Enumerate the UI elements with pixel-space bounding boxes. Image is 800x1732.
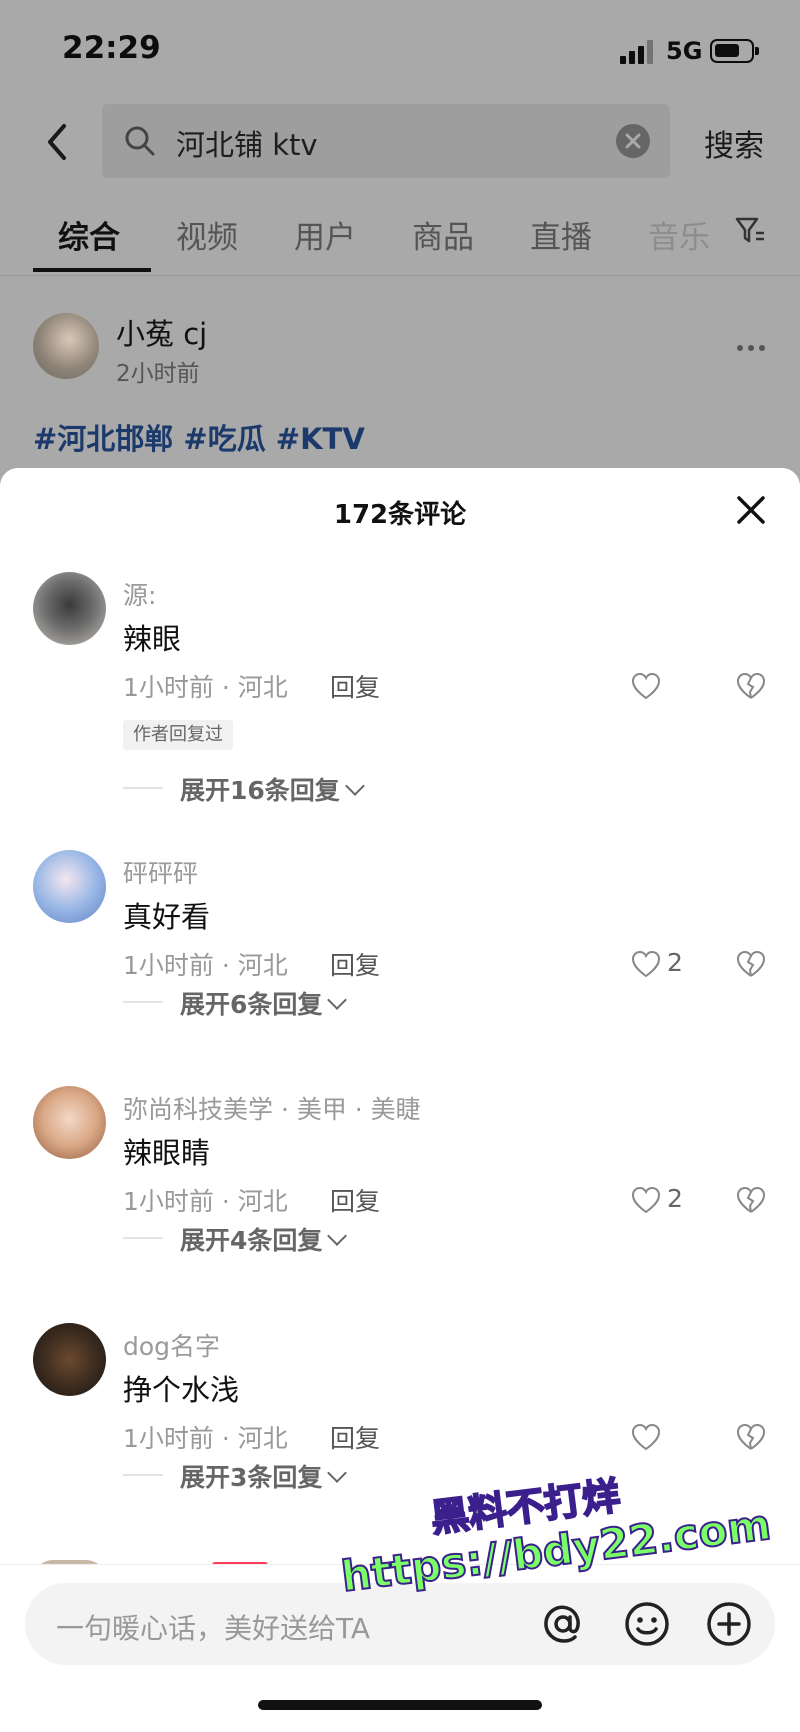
post-avatar[interactable] <box>33 313 99 379</box>
comment-meta: 1小时前 · 河北 <box>123 1187 288 1216</box>
broken-heart-icon[interactable] <box>736 950 766 978</box>
comment-text: 辣眼睛 <box>123 1136 211 1170</box>
commenter-name[interactable]: dog名字 <box>123 1327 220 1363</box>
broken-heart-icon[interactable] <box>736 1423 766 1451</box>
tab-users[interactable]: 用户 <box>294 212 356 257</box>
commenter-avatar[interactable] <box>33 1086 106 1159</box>
commenter-name[interactable]: 砰砰砰 <box>123 854 198 890</box>
search-tabs: 综合 视频 用户 商品 直播 音乐 <box>0 200 800 276</box>
chevron-down-icon <box>327 990 348 1010</box>
expand-replies-label: 展开6条回复 <box>180 990 323 1019</box>
divider <box>123 1237 163 1239</box>
divider <box>123 1001 163 1003</box>
comment-text: 辣眼 <box>123 622 182 656</box>
reply-button[interactable]: 回复 <box>330 668 380 704</box>
like-count: 2 <box>667 1184 683 1213</box>
heart-icon <box>631 1186 661 1214</box>
comment-meta: 1小时前 · 河北 <box>123 951 288 980</box>
commenter-avatar[interactable] <box>33 572 106 645</box>
chevron-down-icon <box>327 1226 348 1246</box>
more-options-icon[interactable] <box>737 345 765 351</box>
back-arrow-icon[interactable] <box>40 118 80 166</box>
active-tab-indicator <box>33 268 151 272</box>
author-replied-badge: 作者回复过 <box>123 720 233 750</box>
commenter-name[interactable]: 源: <box>123 576 156 612</box>
tab-video[interactable]: 视频 <box>176 212 238 257</box>
chevron-down-icon <box>344 776 365 796</box>
tab-products[interactable]: 商品 <box>412 212 474 257</box>
search-input[interactable]: 河北铺 ktv <box>102 104 670 178</box>
watermark: 黑料不打烊 https://bdy22.com <box>330 1473 800 1626</box>
post-hashtags[interactable]: #河北邯郸 #吃瓜 #KTV <box>33 416 365 458</box>
search-button[interactable]: 搜索 <box>704 121 764 165</box>
status-bar: 22:29 5G <box>0 0 800 100</box>
post-time: 2小时前 <box>116 361 200 387</box>
filter-icon[interactable] <box>734 214 766 246</box>
comment-text: 真好看 <box>123 900 211 934</box>
commenter-avatar[interactable] <box>33 1323 106 1396</box>
like-count: 2 <box>667 948 683 977</box>
search-query: 河北铺 ktv <box>176 128 318 162</box>
expand-replies-label: 展开16条回复 <box>180 776 340 805</box>
network-label: 5G <box>666 37 703 65</box>
comment-meta: 1小时前 · 河北 <box>123 1424 288 1453</box>
tab-music[interactable]: 音乐 <box>648 212 710 257</box>
expand-replies-button[interactable]: 展开3条回复 <box>180 1458 348 1494</box>
heart-icon <box>631 672 661 700</box>
broken-heart-icon[interactable] <box>736 1186 766 1214</box>
home-indicator[interactable] <box>258 1700 542 1710</box>
reply-button[interactable]: 回复 <box>330 946 380 982</box>
tab-all[interactable]: 综合 <box>58 212 120 257</box>
tab-live[interactable]: 直播 <box>530 212 592 257</box>
expand-replies-label: 展开4条回复 <box>180 1226 323 1255</box>
comment-item: 源: 辣眼 1小时前 · 河北 回复 作者回复过 展开16条回复 <box>0 572 800 805</box>
reply-button[interactable]: 回复 <box>330 1182 380 1218</box>
signal-icon <box>620 40 656 64</box>
heart-icon <box>631 1423 661 1451</box>
comment-item: 弥尚科技美学 · 美甲 · 美睫 辣眼睛 1小时前 · 河北 回复 2 展开4条… <box>0 1086 800 1316</box>
status-time: 22:29 <box>62 30 161 66</box>
commenter-avatar[interactable] <box>33 850 106 923</box>
comment-meta: 1小时前 · 河北 <box>123 673 288 702</box>
comment-text: 挣个水浅 <box>123 1373 240 1407</box>
expand-replies-button[interactable]: 展开16条回复 <box>180 771 365 807</box>
comment-item: 砰砰砰 真好看 1小时前 · 河北 回复 2 展开6条回复 <box>0 850 800 1080</box>
expand-replies-label: 展开3条回复 <box>180 1463 323 1492</box>
divider <box>123 787 163 789</box>
divider <box>123 1474 163 1476</box>
comment-input-placeholder: 一句暖心话，美好送给TA <box>56 1612 371 1645</box>
commenter-name[interactable]: 弥尚科技美学 · 美甲 · 美睫 <box>123 1090 421 1126</box>
comments-title: 172条评论 <box>333 500 467 530</box>
battery-icon <box>710 39 759 63</box>
clear-icon[interactable] <box>616 124 650 158</box>
expand-replies-button[interactable]: 展开4条回复 <box>180 1221 348 1257</box>
expand-replies-button[interactable]: 展开6条回复 <box>180 985 348 1021</box>
heart-icon <box>631 950 661 978</box>
broken-heart-icon[interactable] <box>736 672 766 700</box>
reply-button[interactable]: 回复 <box>330 1419 380 1455</box>
close-icon[interactable] <box>733 492 769 528</box>
search-icon <box>125 126 155 156</box>
post-username[interactable]: 小菟 cj <box>116 311 207 353</box>
